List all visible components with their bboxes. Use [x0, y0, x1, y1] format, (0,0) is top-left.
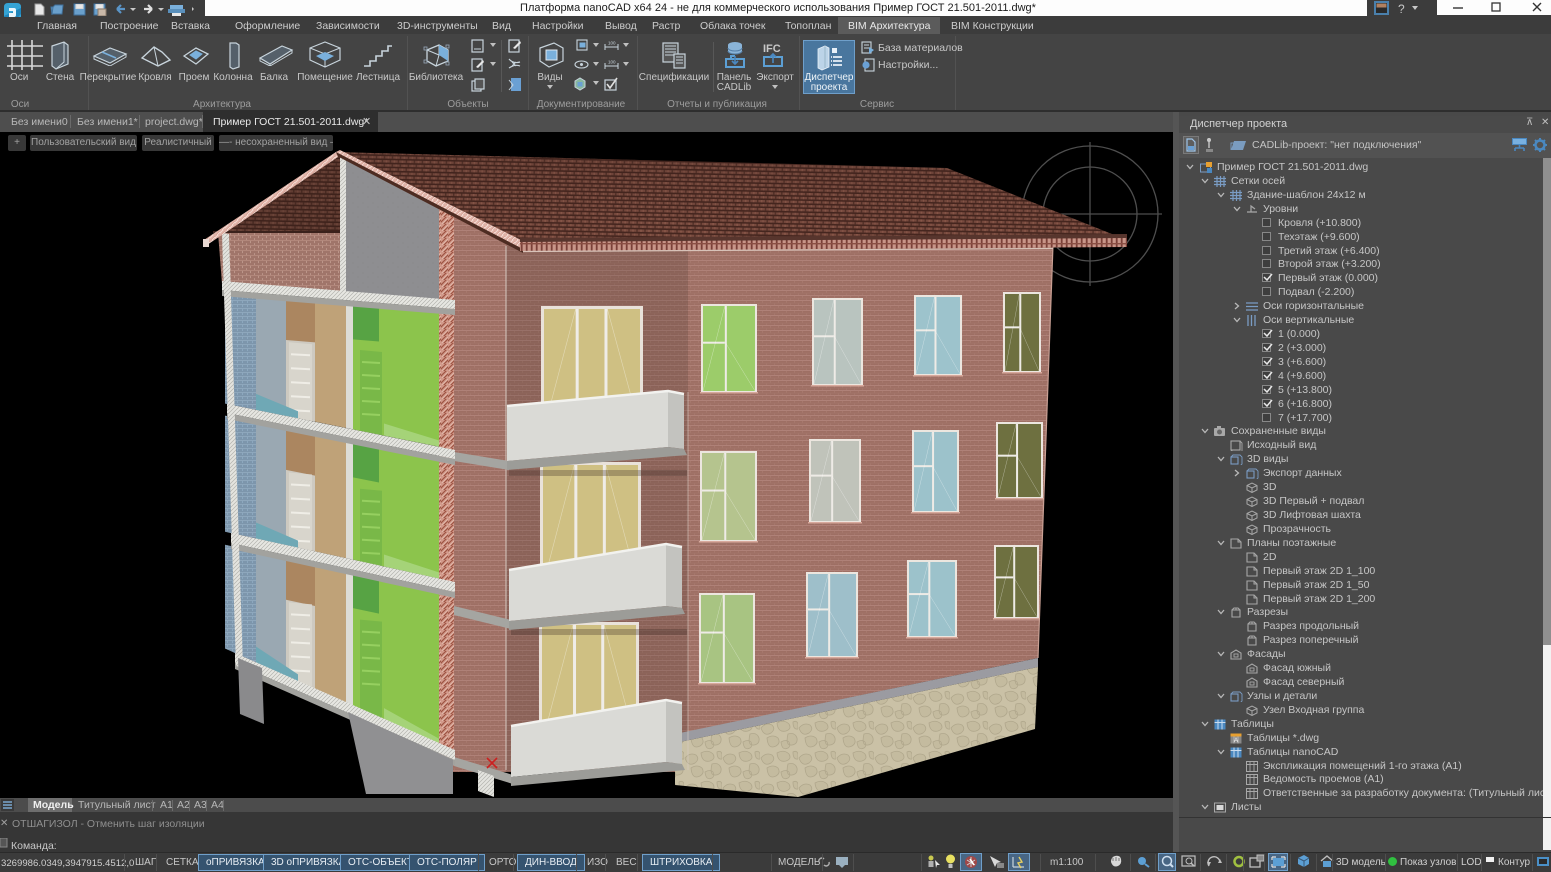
svg-text:IFC: IFC	[763, 43, 781, 55]
svg-text:A: A	[1234, 738, 1238, 744]
svg-text:100: 100	[608, 60, 616, 65]
svg-text:?: ?	[1398, 2, 1405, 16]
svg-text:100: 100	[608, 41, 616, 46]
